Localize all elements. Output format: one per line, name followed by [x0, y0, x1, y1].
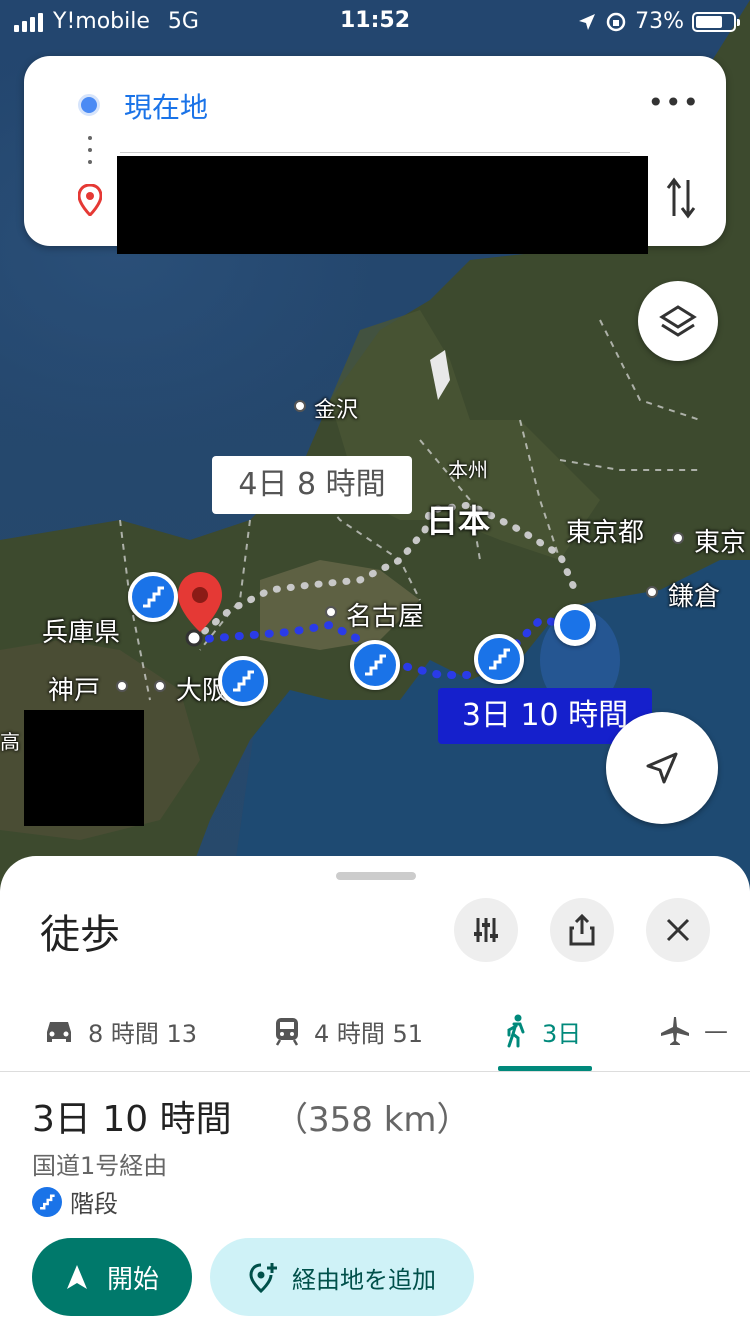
city-dot	[672, 532, 684, 544]
car-icon	[47, 1022, 71, 1042]
redacted-area	[24, 710, 144, 826]
orientation-lock-icon	[606, 12, 626, 31]
start-label: 開始	[106, 1264, 159, 1295]
train-icon	[275, 1018, 299, 1046]
map-label-hyogo: 兵庫県	[42, 618, 121, 648]
map-label-kanazawa: 金沢	[314, 398, 359, 423]
route-via: 国道1号経由	[32, 1152, 168, 1180]
city-dot	[325, 606, 337, 618]
directions-card: 現在地 •••	[24, 56, 726, 254]
stairs-icon	[32, 1186, 62, 1217]
map-label-tokyo: 東京	[694, 528, 747, 558]
tab-drive[interactable]: 8 時間 13	[44, 990, 197, 1072]
map-label-nagoya: 名古屋	[346, 602, 425, 632]
share-button[interactable]	[550, 898, 614, 962]
city-dot	[294, 400, 306, 412]
map-label-tokyo-to: 東京都	[566, 518, 645, 548]
current-location-marker	[554, 604, 596, 646]
route-connector-icon	[88, 136, 92, 172]
close-button[interactable]	[646, 898, 710, 962]
add-location-icon	[249, 1263, 277, 1293]
swap-icon[interactable]	[666, 176, 696, 220]
map-label-nihon: 日本	[426, 502, 491, 540]
destination-field[interactable]	[117, 156, 648, 254]
tab-walk-label: 3日	[542, 1019, 582, 1048]
map-view[interactable]: 金沢 本州 日本 東京都 東京 鎌倉 名古屋 兵庫県 神戸 大阪 高 4日 8 …	[0, 0, 750, 900]
travel-mode-tabs: 8 時間 13 4 時間 51 3日 —	[0, 990, 750, 1072]
share-icon	[569, 914, 595, 946]
tab-flight-label: —	[704, 1017, 728, 1045]
tab-drive-label: 8 時間 13	[88, 1019, 198, 1048]
layers-button[interactable]	[638, 281, 718, 361]
battery-icon	[692, 11, 740, 32]
tab-flight[interactable]: —	[658, 990, 728, 1072]
status-bar: Y!mobile 5G 11:52 73%	[0, 0, 750, 44]
stairs-icon[interactable]	[350, 640, 400, 690]
tab-transit[interactable]: 4 時間 51	[274, 990, 423, 1072]
map-label-edge: 高	[0, 730, 20, 754]
add-waypoint-button[interactable]: 経由地を追加	[210, 1238, 474, 1316]
stairs-warning-label: 階段	[70, 1190, 118, 1218]
city-dot	[646, 586, 658, 598]
add-waypoint-label: 経由地を追加	[292, 1265, 436, 1294]
navigation-icon	[66, 1265, 87, 1289]
sheet-handle[interactable]	[336, 872, 416, 880]
map-label-kobe: 神戸	[48, 676, 101, 706]
city-dot	[116, 680, 128, 692]
origin-dot-icon	[78, 94, 100, 116]
tab-transit-label: 4 時間 51	[314, 1019, 424, 1048]
walk-icon	[507, 1014, 525, 1048]
tune-icon	[474, 918, 498, 942]
active-tab-indicator	[498, 1066, 592, 1071]
route-duration: 3日 10 時間	[32, 1099, 232, 1140]
location-arrow-icon	[579, 13, 596, 30]
alt-route-time[interactable]: 4日 8 時間	[212, 456, 412, 514]
stairs-icon[interactable]	[128, 572, 178, 622]
close-icon	[666, 918, 690, 942]
destination-pin-icon[interactable]	[176, 570, 224, 650]
city-dot	[154, 680, 166, 692]
map-label-honshu: 本州	[448, 458, 488, 482]
origin-field[interactable]: 現在地	[124, 86, 208, 126]
layers-icon	[659, 305, 697, 337]
stairs-icon[interactable]	[218, 656, 268, 706]
more-options-button[interactable]: •••	[647, 86, 700, 119]
my-location-button[interactable]	[606, 712, 718, 824]
navigation-arrow-icon	[646, 752, 678, 784]
divider	[120, 152, 630, 153]
battery-percent: 73%	[635, 9, 684, 34]
route-options-button[interactable]	[454, 898, 518, 962]
start-button[interactable]: 開始	[32, 1238, 192, 1316]
plane-icon	[661, 1017, 689, 1045]
travel-mode-title: 徒歩	[40, 912, 120, 958]
directions-sheet: 徒歩 8 時間 13 4 時間 51 3日 — 3日 10 時間 （358 km…	[0, 856, 750, 1334]
tab-walk[interactable]: 3日	[504, 990, 581, 1072]
stairs-icon[interactable]	[474, 634, 524, 684]
stairs-warning: 階段	[32, 1184, 118, 1219]
route-distance: （358 km）	[274, 1100, 471, 1140]
destination-pin-small-icon	[78, 184, 102, 216]
map-label-kamakura: 鎌倉	[668, 582, 721, 612]
